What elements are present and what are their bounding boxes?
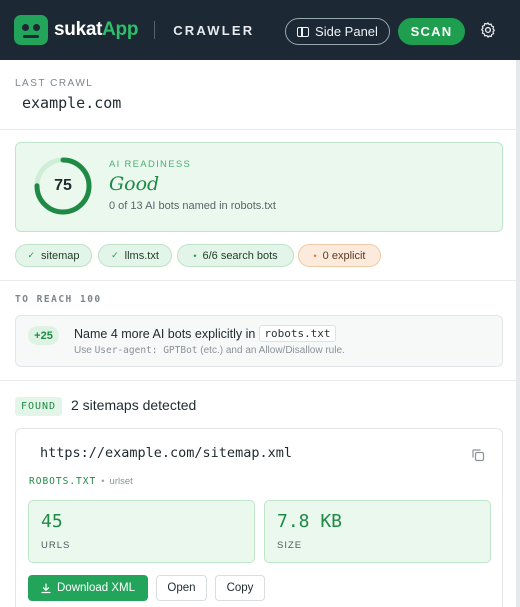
check-icon: ✓ bbox=[111, 250, 119, 260]
sitemap-source: ROBOTS.TXT bbox=[29, 476, 97, 487]
robots-txt-code: robots.txt bbox=[259, 325, 336, 342]
last-crawl-domain: example.com bbox=[22, 94, 122, 112]
found-badge: FOUND bbox=[15, 397, 62, 416]
improvement-hint: Use User-agent: GPTBot (etc.) and an All… bbox=[74, 345, 345, 356]
dot-icon: • bbox=[313, 250, 317, 261]
chip-label: 6/6 search bots bbox=[202, 249, 278, 262]
meta-separator: • bbox=[101, 476, 105, 487]
download-icon bbox=[41, 582, 51, 593]
section-title: CRAWLER bbox=[173, 22, 255, 38]
chip-sitemap: ✓ sitemap bbox=[15, 244, 92, 267]
divider bbox=[0, 129, 516, 130]
sitemap-type: urlset bbox=[109, 476, 133, 487]
scan-button[interactable]: SCAN bbox=[398, 18, 465, 45]
side-panel-icon bbox=[297, 26, 310, 37]
gear-icon[interactable] bbox=[479, 21, 497, 39]
chip-explicit-bots: • 0 explicit bbox=[298, 244, 381, 267]
sitemap-meta: ROBOTS.TXT • urlset bbox=[29, 476, 133, 487]
urls-label: URLS bbox=[41, 540, 71, 551]
header-divider bbox=[154, 21, 156, 39]
copy-icon[interactable] bbox=[471, 448, 485, 462]
improvement-text: Name 4 more AI bots explicitly in robots… bbox=[74, 325, 336, 342]
robot-logo-icon bbox=[14, 15, 48, 45]
to-reach-label: TO REACH 100 bbox=[15, 294, 102, 305]
brand-prefix: sukat bbox=[54, 19, 103, 40]
scrollbar-track[interactable] bbox=[516, 60, 520, 607]
chip-label: 0 explicit bbox=[322, 249, 366, 262]
sitemap-url: https://example.com/sitemap.xml bbox=[40, 445, 292, 461]
last-crawl-label: LAST CRAWL bbox=[15, 78, 94, 89]
chip-label: llms.txt bbox=[124, 249, 159, 262]
side-panel-label: Side Panel bbox=[315, 24, 378, 39]
improvement-card: +25 Name 4 more AI bots explicitly in ro… bbox=[15, 315, 503, 367]
chip-search-bots: • 6/6 search bots bbox=[177, 244, 294, 267]
urls-stat: 45 URLS bbox=[28, 500, 255, 563]
dot-icon: • bbox=[193, 250, 197, 261]
open-button[interactable]: Open bbox=[156, 575, 207, 601]
size-label: SIZE bbox=[277, 540, 303, 551]
size-value: 7.8 KB bbox=[277, 511, 343, 532]
urls-count: 45 bbox=[41, 511, 63, 532]
chip-label: sitemap bbox=[41, 249, 80, 262]
readiness-label: AI READINESS bbox=[109, 159, 192, 170]
hint-code: User-agent: GPTBot bbox=[94, 345, 198, 356]
side-panel-button[interactable]: Side Panel bbox=[285, 18, 390, 45]
sitemaps-title: 2 sitemaps detected bbox=[71, 397, 197, 413]
sitemap-card: https://example.com/sitemap.xml ROBOTS.T… bbox=[15, 428, 503, 607]
readiness-rating: Good bbox=[109, 173, 160, 195]
readiness-detail: 0 of 13 AI bots named in robots.txt bbox=[109, 200, 276, 212]
hint-prefix: Use bbox=[74, 345, 95, 356]
download-label: Download XML bbox=[57, 582, 135, 594]
divider bbox=[0, 380, 516, 381]
brand-suffix: App bbox=[102, 19, 139, 40]
check-icon: ✓ bbox=[27, 250, 35, 260]
hint-suffix: (etc.) and an Allow/Disallow rule. bbox=[197, 345, 345, 356]
chip-llms-txt: ✓ llms.txt bbox=[98, 244, 172, 267]
brand-logo-text: sukatApp bbox=[54, 19, 138, 41]
readiness-score: 75 bbox=[54, 177, 72, 194]
improvement-message: Name 4 more AI bots explicitly in bbox=[74, 326, 256, 341]
download-xml-button[interactable]: Download XML bbox=[28, 575, 148, 601]
points-badge: +25 bbox=[28, 326, 59, 345]
copy-button[interactable]: Copy bbox=[215, 575, 265, 601]
ai-readiness-card: 75 AI READINESS Good 0 of 13 AI bots nam… bbox=[15, 142, 503, 232]
divider bbox=[0, 280, 516, 281]
size-stat: 7.8 KB SIZE bbox=[264, 500, 491, 563]
